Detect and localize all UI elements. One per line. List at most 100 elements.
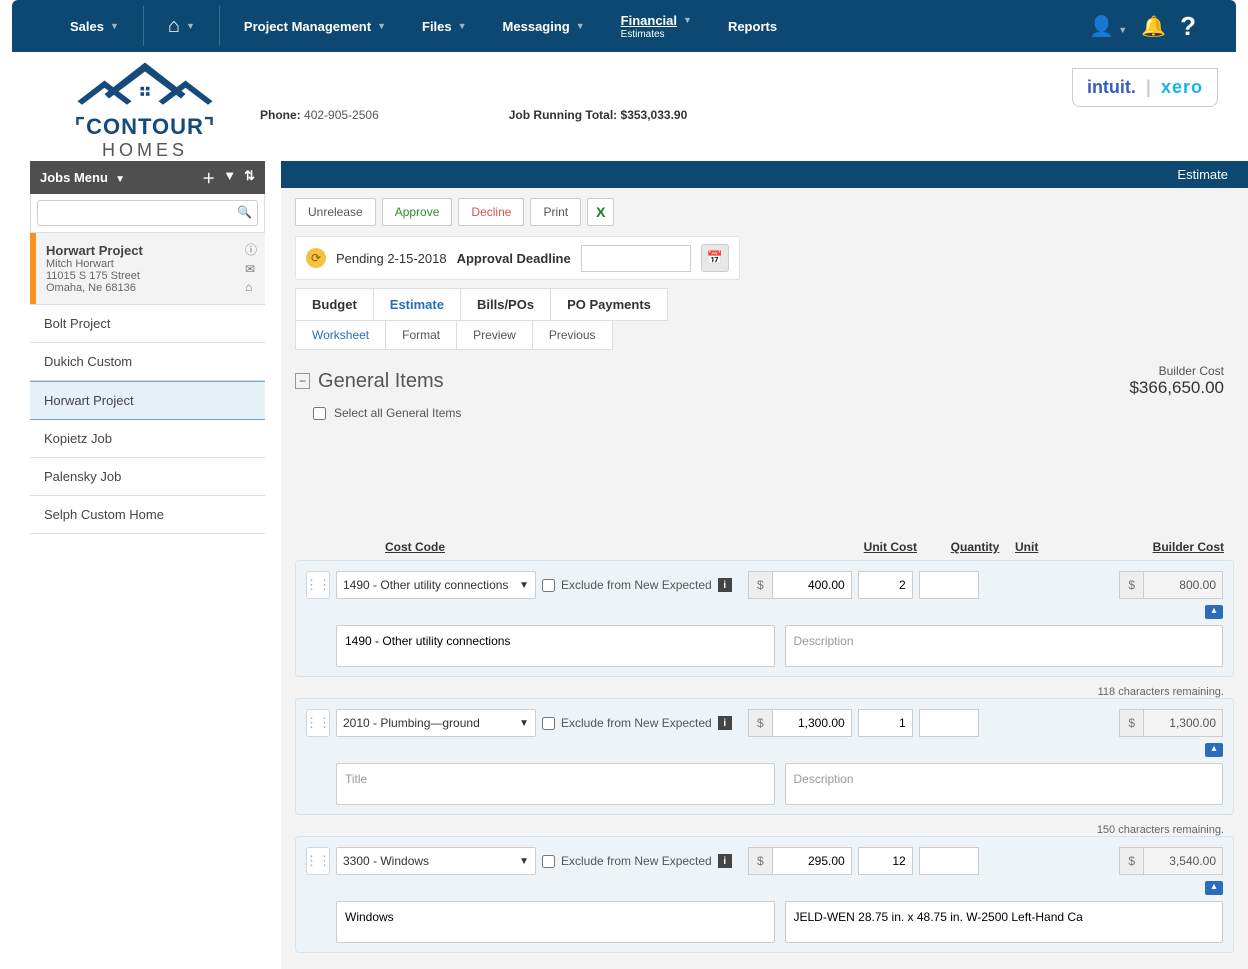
subtab-preview[interactable]: Preview xyxy=(457,321,533,349)
drag-handle-icon[interactable]: ⋮⋮ xyxy=(306,709,330,737)
nav-home[interactable]: ⌂▼ xyxy=(150,0,213,52)
job-list-item[interactable]: Bolt Project xyxy=(30,305,265,343)
approve-button[interactable]: Approve xyxy=(382,198,453,226)
job-list-item[interactable]: Palensky Job xyxy=(30,458,265,496)
section-title[interactable]: −General Items xyxy=(295,370,444,393)
user-icon[interactable]: 👤▼ xyxy=(1089,14,1127,39)
chevron-down-icon[interactable]: ▼ xyxy=(115,174,125,185)
collapse-toggle-icon[interactable]: ▴ xyxy=(1205,881,1223,895)
add-icon[interactable]: ＋ xyxy=(202,168,215,187)
drag-handle-icon[interactable]: ⋮⋮ xyxy=(306,847,330,875)
exclude-checkbox-row: Exclude from New Expected i xyxy=(542,716,742,730)
pending-text: Pending 2-15-2018 xyxy=(336,251,447,266)
chevron-down-icon: ▼ xyxy=(1118,25,1127,35)
house-icon[interactable]: ⌂ xyxy=(245,280,257,294)
bell-icon[interactable]: 🔔 xyxy=(1141,14,1166,39)
exclude-label: Exclude from New Expected xyxy=(561,854,712,868)
integrations-badge: intuit. | xero xyxy=(1072,68,1218,107)
job-card-selected[interactable]: Horwart Project Mitch Horwart 11015 S 17… xyxy=(30,233,265,305)
quantity-input[interactable] xyxy=(858,571,913,599)
job-list-item[interactable]: Horwart Project xyxy=(30,381,265,420)
chevron-down-icon: ▼ xyxy=(519,580,529,591)
quantity-input[interactable] xyxy=(858,709,913,737)
help-icon[interactable]: ? xyxy=(1180,11,1196,42)
unit-input[interactable] xyxy=(919,709,979,737)
filter-icon[interactable]: ▼ xyxy=(223,168,236,187)
nav-files[interactable]: Files▼ xyxy=(404,0,485,52)
drag-handle-icon[interactable]: ⋮⋮ xyxy=(306,571,330,599)
info-icon[interactable]: ⓘ xyxy=(245,241,257,258)
intuit-logo: intuit. xyxy=(1087,77,1136,98)
cost-code-select[interactable]: 2010 - Plumbing—ground▼ xyxy=(336,709,536,737)
sort-icon[interactable]: ⇅ xyxy=(244,168,255,187)
builder-cost-field: $ xyxy=(1119,571,1223,599)
line-description-input[interactable]: JELD-WEN 28.75 in. x 48.75 in. W-2500 Le… xyxy=(785,901,1224,943)
tab-bills-pos[interactable]: Bills/POs xyxy=(461,289,551,320)
pending-icon: ⟳ xyxy=(306,248,326,268)
unrelease-button[interactable]: Unrelease xyxy=(295,198,376,226)
collapse-toggle-icon[interactable]: ▴ xyxy=(1205,743,1223,757)
divider xyxy=(219,6,220,46)
unit-cost-input[interactable] xyxy=(772,571,852,599)
chars-remaining: 118 characters remaining. xyxy=(295,683,1234,698)
tab-po-payments[interactable]: PO Payments xyxy=(551,289,667,320)
mail-icon[interactable]: ✉ xyxy=(245,262,257,276)
nav-sales[interactable]: Sales▼ xyxy=(52,0,137,52)
nav-project-management[interactable]: Project Management▼ xyxy=(226,0,404,52)
job-list-item[interactable]: Dukich Custom xyxy=(30,343,265,381)
job-list-item[interactable]: Selph Custom Home xyxy=(30,496,265,534)
content-title: Estimate xyxy=(281,161,1248,188)
cost-code-select[interactable]: 3300 - Windows▼ xyxy=(336,847,536,875)
exclude-checkbox[interactable] xyxy=(542,717,555,730)
unit-cost-input[interactable] xyxy=(772,847,852,875)
line-title-input[interactable]: 1490 - Other utility connections xyxy=(336,625,775,667)
tab-budget[interactable]: Budget xyxy=(296,289,374,320)
nav-messaging[interactable]: Messaging▼ xyxy=(485,0,603,52)
nav-financial[interactable]: Financial▼ Estimates xyxy=(603,0,710,52)
status-row: ⟳ Pending 2-15-2018 Approval Deadline 📅 xyxy=(295,236,740,280)
builder-cost-input xyxy=(1143,571,1223,599)
jobs-search: 🔍 xyxy=(30,194,265,233)
info-icon[interactable]: i xyxy=(718,854,732,868)
decline-button[interactable]: Decline xyxy=(458,198,524,226)
collapse-icon[interactable]: − xyxy=(295,373,310,389)
line-item: ⋮⋮ 1490 - Other utility connections▼ Exc… xyxy=(295,560,1234,677)
line-title-input[interactable] xyxy=(336,763,775,805)
cost-code-select[interactable]: 1490 - Other utility connections▼ xyxy=(336,571,536,599)
info-icon[interactable]: i xyxy=(718,716,732,730)
company-logo: ⌜CONTOUR⌝ HOMES xyxy=(30,58,260,161)
quantity-input[interactable] xyxy=(858,847,913,875)
job-list-item[interactable]: Kopietz Job xyxy=(30,420,265,458)
exclude-checkbox[interactable] xyxy=(542,855,555,868)
deadline-input[interactable] xyxy=(581,245,691,272)
unit-cost-field: $ xyxy=(748,709,852,737)
excel-export-button[interactable]: X xyxy=(587,198,614,226)
collapse-toggle-icon[interactable]: ▴ xyxy=(1205,605,1223,619)
nav-reports[interactable]: Reports xyxy=(710,0,795,52)
subtab-previous[interactable]: Previous xyxy=(533,321,612,349)
unit-input[interactable] xyxy=(919,847,979,875)
calendar-icon[interactable]: 📅 xyxy=(701,244,729,272)
job-card-city: Omaha, Ne 68136 xyxy=(46,282,255,294)
line-description-input[interactable] xyxy=(785,763,1224,805)
divider xyxy=(143,6,144,46)
top-nav: Sales▼ ⌂▼ Project Management▼ Files▼ Mes… xyxy=(12,0,1236,52)
unit-cost-input[interactable] xyxy=(772,709,852,737)
line-description-input[interactable] xyxy=(785,625,1224,667)
subtab-format[interactable]: Format xyxy=(386,321,457,349)
tab-estimate[interactable]: Estimate xyxy=(374,289,461,320)
exclude-checkbox[interactable] xyxy=(542,579,555,592)
info-icon[interactable]: i xyxy=(718,578,732,592)
line-title-input[interactable]: Windows xyxy=(336,901,775,943)
nav-financial-sub: Estimates xyxy=(621,29,665,40)
select-all-checkbox[interactable] xyxy=(313,407,326,420)
chevron-down-icon: ▼ xyxy=(110,21,119,31)
search-icon[interactable]: 🔍 xyxy=(237,205,252,219)
unit-input[interactable] xyxy=(919,571,979,599)
jobs-search-input[interactable] xyxy=(37,200,258,226)
subtab-worksheet[interactable]: Worksheet xyxy=(296,321,386,349)
select-all-row[interactable]: Select all General Items xyxy=(295,402,1234,450)
print-button[interactable]: Print xyxy=(530,198,581,226)
builder-cost-field: $ xyxy=(1119,709,1223,737)
action-row: Unrelease Approve Decline Print X xyxy=(295,198,1234,226)
